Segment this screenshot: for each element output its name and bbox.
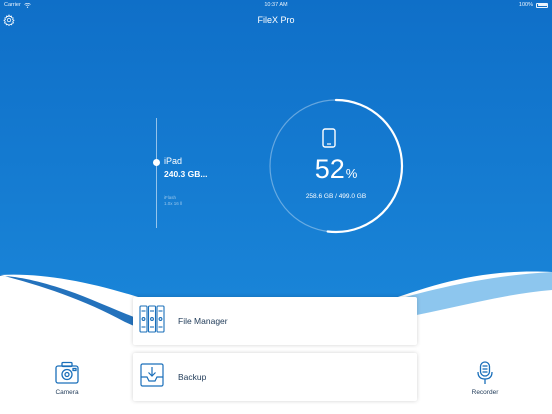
device-size: 1.0x 16 ll	[164, 201, 183, 206]
file-manager-button[interactable]: File Manager	[133, 297, 417, 345]
microphone-icon	[477, 361, 493, 384]
percent-unit: %	[345, 166, 358, 181]
device-name: iPad	[164, 156, 183, 166]
percent-row: 52%	[266, 154, 406, 185]
file-manager-label: File Manager	[178, 316, 228, 326]
status-time: 10:37 AM	[264, 2, 288, 8]
camera-icon	[55, 361, 79, 384]
app-title: FileX Pro	[257, 15, 295, 25]
battery-icon	[536, 2, 548, 8]
app-screen: Carrier 10:37 AM 100% FileX Pro iPad 240…	[0, 0, 552, 414]
backup-icon	[140, 363, 164, 387]
camera-label: Camera	[55, 389, 79, 396]
storage-usage: 258.6 GB / 499.0 GB	[305, 193, 367, 200]
device-track	[156, 118, 157, 228]
battery-percent: 100%	[518, 2, 533, 8]
device-item-ipad[interactable]: iPad 240.3 GB...	[164, 156, 207, 179]
backup-button[interactable]: Backup	[133, 353, 417, 401]
storage-summary: 52% 258.6 GB / 499.0 GB	[266, 96, 406, 236]
status-right: 100%	[519, 2, 548, 8]
battery-fill	[537, 4, 547, 6]
recorder-label: Recorder	[471, 389, 499, 396]
recorder-button[interactable]: Recorder	[470, 360, 500, 396]
camera-button[interactable]: Camera	[52, 360, 82, 396]
storage-percent: 52	[314, 154, 345, 184]
status-bar: Carrier 10:37 AM 100%	[0, 0, 552, 10]
device-item-iflash[interactable]: iFlash 1.0x 16 ll	[164, 195, 182, 207]
folders-icon	[139, 305, 165, 333]
backup-label: Backup	[178, 372, 207, 382]
device-size: 240.3 GB...	[164, 169, 208, 179]
device-selected-indicator	[153, 159, 160, 166]
phone-icon	[322, 128, 336, 148]
